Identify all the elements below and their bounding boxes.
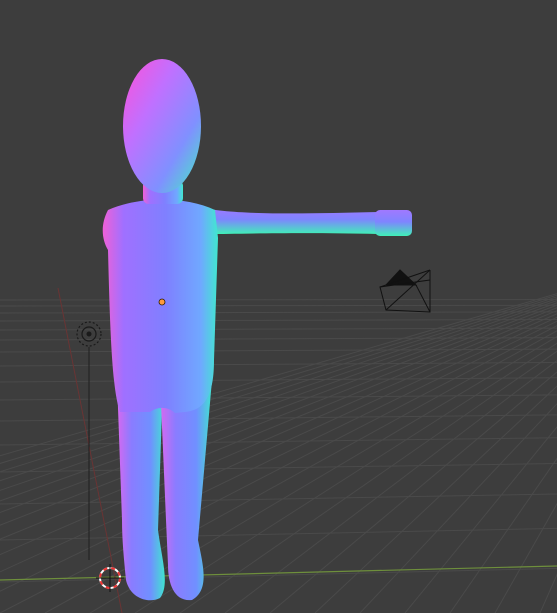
3d-cursor[interactable]	[96, 564, 124, 592]
3d-viewport[interactable]	[0, 0, 557, 613]
mesh-hand	[375, 210, 412, 236]
mesh-arm	[200, 207, 378, 234]
light-center	[86, 331, 92, 337]
mesh-torso	[102, 199, 218, 413]
mesh-left-leg	[117, 380, 165, 601]
floor-grid	[0, 293, 557, 613]
mesh-head	[123, 59, 201, 193]
viewport-canvas[interactable]	[0, 0, 557, 613]
object-origin[interactable]	[158, 298, 166, 306]
y-axis-line	[0, 565, 557, 581]
